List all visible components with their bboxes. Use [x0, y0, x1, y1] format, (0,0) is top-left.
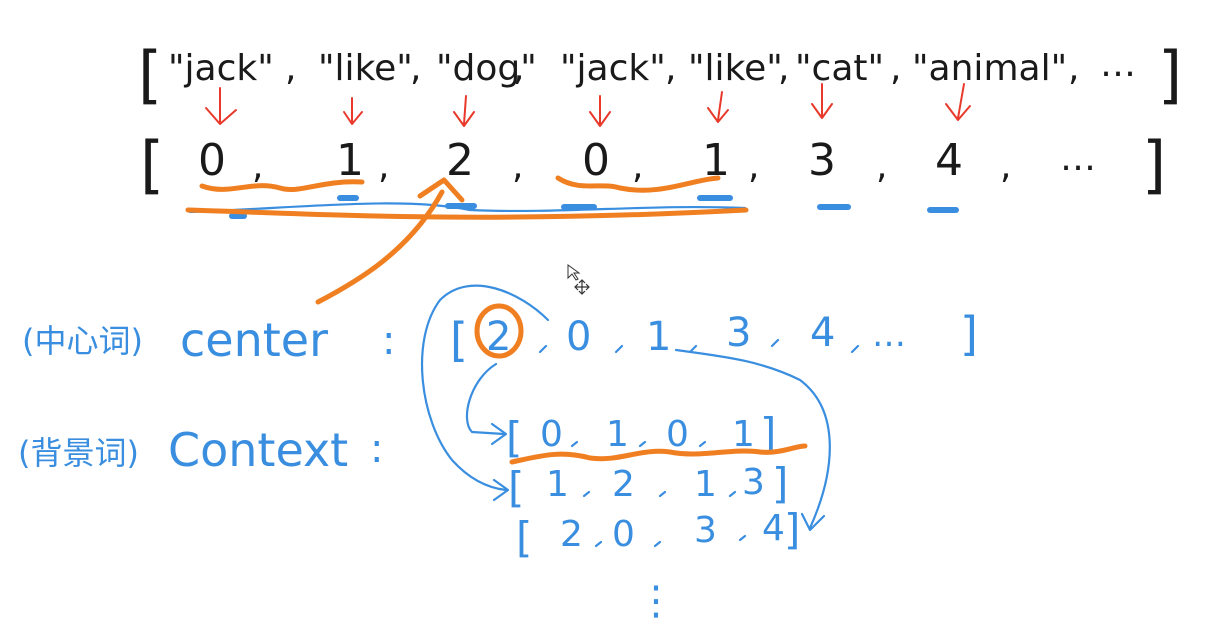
word-jack-1: "jack"	[168, 48, 274, 89]
context-value: 4	[762, 508, 785, 549]
word-sep: ,	[665, 48, 676, 89]
context-more-ellipsis: ⋮	[636, 578, 676, 624]
index-sep: ,	[748, 146, 759, 187]
arrow-icon	[707, 91, 729, 123]
context-value: 0	[612, 514, 635, 555]
context-value: 1	[606, 414, 629, 455]
index-value: 1	[336, 135, 364, 186]
arrow-icon	[205, 87, 237, 125]
word-jack-2: "jack"	[560, 48, 666, 89]
center-value: 1	[646, 314, 671, 360]
center-label: center	[180, 313, 328, 367]
context-row-2: [ 1 2 1 3 ]	[508, 459, 788, 512]
orange-highlights	[185, 175, 749, 305]
context-value: 2	[612, 464, 635, 505]
index-value: 2	[446, 135, 474, 186]
context-close-bracket: ]	[784, 505, 800, 554]
index-value: 0	[198, 135, 226, 186]
word-cat: "cat"	[795, 48, 884, 89]
word-animal: "animal"	[912, 48, 1067, 89]
center-colon: :	[382, 318, 395, 364]
index-value: 3	[808, 135, 836, 186]
context-value: 2	[560, 514, 583, 555]
context-value: 3	[694, 510, 717, 551]
context-value: 1	[546, 464, 569, 505]
index-sep: ,	[876, 146, 887, 187]
word-sep: ,	[285, 48, 296, 89]
word-sep: ,	[513, 48, 524, 89]
word-list: [ "jack" , "like" , "dog" , "jack" , "li…	[138, 38, 1182, 111]
word2vec-diagram: [ "jack" , "like" , "dog" , "jack" , "li…	[18, 38, 1182, 624]
context-row-3: [ 2 0 3 4 ]	[516, 505, 800, 562]
center-ellipsis: …	[872, 315, 906, 355]
center-value: 4	[810, 310, 835, 356]
word-sep: ,	[410, 48, 421, 89]
index-list-ellipsis: …	[1060, 138, 1096, 179]
word-sep: ,	[778, 48, 789, 89]
index-sep: ,	[512, 146, 523, 187]
context-value: 3	[742, 462, 765, 503]
center-label-cn: (中心词)	[22, 322, 143, 360]
center-value: 0	[566, 314, 591, 360]
arrow-icon	[453, 95, 475, 127]
index-value: 4	[935, 135, 963, 186]
context-colon: :	[370, 426, 383, 472]
index-sep: ,	[1000, 146, 1011, 187]
context-value: 0	[666, 414, 689, 455]
word-like-1: "like"	[318, 48, 413, 89]
index-sep: ,	[378, 146, 389, 187]
context-open-bracket: [	[506, 413, 522, 462]
arrow-icon	[343, 97, 363, 125]
word-list-close-bracket: ]	[1158, 38, 1182, 111]
index-list-close-bracket: ]	[1142, 128, 1166, 201]
word-list-open-bracket: [	[138, 38, 162, 111]
word-sep: ,	[1068, 48, 1079, 89]
context-label-cn: (背景词)	[18, 434, 139, 472]
word-sep: ,	[890, 48, 901, 89]
word-like-2: "like"	[688, 48, 783, 89]
context-close-bracket: ]	[772, 459, 788, 508]
index-list-open-bracket: [	[140, 128, 164, 201]
context-label: Context	[168, 423, 348, 477]
arrow-icon	[945, 83, 971, 121]
context-value: 1	[694, 464, 717, 505]
word-list-ellipsis: …	[1100, 44, 1136, 85]
arrow-icon	[811, 83, 833, 119]
center-open-bracket: [	[450, 313, 468, 367]
center-value: 3	[726, 310, 751, 356]
arrow-icon	[589, 95, 611, 127]
index-sep: ,	[252, 146, 263, 187]
mouse-pointer-icon	[567, 264, 590, 295]
context-row-label: (背景词) Context :	[18, 423, 383, 477]
index-sep: ,	[632, 146, 643, 187]
mapping-arrows	[205, 83, 971, 127]
index-value: 0	[582, 135, 610, 186]
context-value: 0	[540, 414, 563, 455]
context-rows: [ 0 1 0 1 ] [ 1 2 1 3 ] [ 2 0 3 4 ] ⋮	[506, 409, 800, 624]
context-open-bracket: [	[508, 463, 524, 512]
context-open-bracket: [	[516, 513, 532, 562]
center-close-bracket: ]	[960, 307, 978, 361]
